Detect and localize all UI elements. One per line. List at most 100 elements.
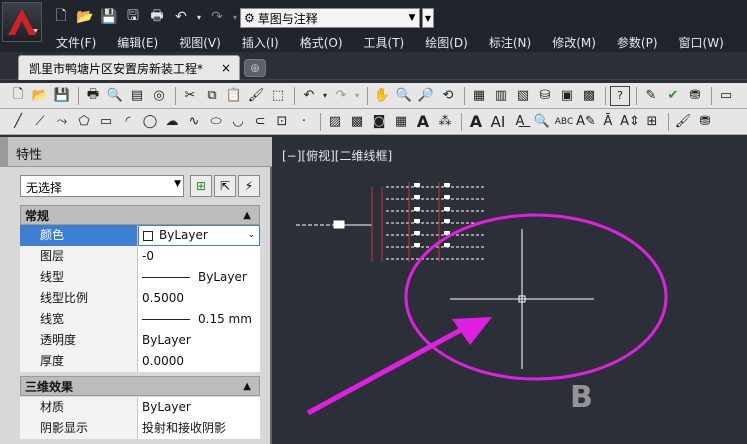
help-icon[interactable]: ? [610, 85, 630, 106]
spline-icon[interactable]: ∿ [184, 112, 204, 132]
redo-icon[interactable]: ↷ [206, 6, 228, 28]
scale-text-icon[interactable]: Ā [598, 112, 618, 132]
save-icon[interactable]: 💾 [52, 86, 72, 106]
layer-icon[interactable]: ⛃ [685, 86, 705, 106]
paste-icon[interactable]: 📋 [224, 86, 244, 106]
save-as-icon[interactable]: 🖫 [122, 6, 144, 28]
zoom-window-icon[interactable]: 🔎 [416, 86, 436, 106]
line-icon[interactable]: ╱ [8, 112, 28, 132]
layer-match-icon[interactable]: ⛃ [695, 112, 715, 132]
redo-dropdown-icon[interactable]: ▾ [353, 86, 361, 106]
polygon-icon[interactable]: ⬠ [74, 112, 94, 132]
point-icon[interactable]: · [294, 112, 314, 132]
prop-value[interactable]: ByLayer ⌄ [138, 225, 260, 246]
block-editor-icon[interactable]: ⬚ [268, 86, 288, 106]
drawing-canvas[interactable]: [−][俯视][二维线框] B [274, 137, 747, 444]
ellipse-arc-icon[interactable]: ◡ [228, 112, 248, 132]
menu-item[interactable]: 窗口(W) [679, 34, 736, 51]
section-3d-effects[interactable]: 三维效果 ▲ [20, 376, 260, 396]
undo-dropdown-icon[interactable]: ▾ [321, 86, 329, 106]
table-icon[interactable]: ▦ [391, 112, 411, 132]
tool-palettes-icon[interactable]: ▧ [513, 86, 533, 106]
prop-value[interactable]: 0.15 mm [138, 309, 260, 330]
prop-row-layer[interactable]: 图层 -0 [20, 246, 260, 267]
revcloud-icon[interactable]: ☁ [162, 112, 182, 132]
select-objects-button[interactable]: ⇱ [214, 175, 236, 197]
polyline-icon[interactable]: ⤳ [52, 112, 72, 132]
find-text-icon[interactable]: 🔍 [532, 112, 552, 132]
prop-value[interactable]: ByLayer [138, 267, 260, 288]
prop-value[interactable]: 投射和接收阴影 [138, 418, 260, 439]
palette-title-bar[interactable]: 特性 [0, 137, 272, 167]
menu-item[interactable]: 视图(V) [179, 34, 233, 51]
palette-grip[interactable] [0, 137, 8, 167]
publish-icon[interactable]: ▤ [127, 86, 147, 106]
document-tab[interactable]: 凯里市鸭塘片区安置房新装工程* × [18, 55, 240, 80]
prop-value[interactable]: 0.0000 [138, 351, 260, 372]
prop-row-material[interactable]: 材质 ByLayer [20, 397, 260, 418]
copy-icon[interactable]: ⧉ [202, 86, 222, 106]
plot-preview-icon[interactable]: 🔍 [105, 86, 125, 106]
cut-icon[interactable]: ✂ [180, 86, 200, 106]
zoom-previous-icon[interactable]: ⟲ [438, 86, 458, 106]
prop-value[interactable]: ByLayer [138, 397, 260, 418]
properties-icon[interactable]: ▦ [469, 86, 489, 106]
arc-icon[interactable]: ◜ [118, 112, 138, 132]
new-icon[interactable]: 🗋 [8, 86, 28, 106]
pan-icon[interactable]: ✋ [372, 86, 392, 106]
prop-value[interactable]: 0.5000 [138, 288, 260, 309]
make-block-icon[interactable]: ⊡ [272, 112, 292, 132]
plot-icon[interactable]: 🖶 [83, 86, 103, 106]
zoom-realtime-icon[interactable]: 🔍 [394, 86, 414, 106]
prop-row-transparency[interactable]: 透明度 ByLayer [20, 330, 260, 351]
3d-dwf-icon[interactable]: ◎ [149, 86, 169, 106]
menu-item[interactable]: 格式(O) [300, 34, 355, 51]
menu-item[interactable]: 插入(I) [242, 34, 291, 51]
edit-text-icon[interactable]: A͟ [510, 112, 530, 132]
workspace-select[interactable]: ⚙ 草图与注释 ▼ [240, 8, 420, 28]
prop-row-thickness[interactable]: 厚度 0.0000 [20, 351, 260, 372]
menu-item[interactable]: 编辑(E) [117, 34, 170, 51]
prop-row-lineweight[interactable]: 线宽 0.15 mm [20, 309, 260, 330]
design-center-icon[interactable]: ▥ [491, 86, 511, 106]
redo-icon[interactable]: ↷ [331, 86, 351, 106]
sheet-set-icon[interactable]: ⛁ [535, 86, 555, 106]
prop-row-color[interactable]: 颜色 ByLayer ⌄ [20, 225, 260, 246]
customize-qat-button[interactable]: ▼ [422, 8, 434, 28]
match-properties-icon[interactable]: 🖌 [246, 86, 266, 106]
prop-row-shadow[interactable]: 阴影显示 投射和接收阴影 [20, 418, 260, 439]
circle-icon[interactable]: ◯ [140, 112, 160, 132]
section-general[interactable]: 常规 ▲ [20, 205, 260, 225]
new-tab-button[interactable]: ⊕ [244, 59, 266, 77]
multiline-text-icon[interactable]: A [413, 112, 433, 132]
open-file-icon[interactable]: 📂 [74, 6, 96, 28]
extra-icon[interactable]: ▭ [716, 86, 736, 106]
prop-value[interactable]: -0 [138, 246, 260, 267]
prop-row-linetype[interactable]: 线型 ByLayer [20, 267, 260, 288]
convert-space-icon[interactable]: ⊞ [642, 112, 662, 132]
region-icon[interactable]: ◙ [369, 112, 389, 132]
add-selected-icon[interactable]: ⁂ [435, 112, 455, 132]
hatch-icon[interactable]: ▨ [325, 112, 345, 132]
construction-line-icon[interactable]: ⟋ [30, 112, 50, 132]
prop-value[interactable]: ByLayer [138, 330, 260, 351]
text-style-icon[interactable]: A✎ [576, 112, 596, 132]
toggle-pickadd-button[interactable]: ⊞ [190, 175, 212, 197]
undo-dropdown-icon[interactable]: ▾ [194, 6, 204, 28]
close-icon[interactable]: × [221, 61, 231, 75]
menu-item[interactable]: 标注(N) [489, 34, 543, 51]
ellipse-icon[interactable]: ⬭ [206, 112, 226, 132]
markup-icon[interactable]: ▣ [557, 86, 577, 106]
markup-set-icon[interactable]: ✎ [641, 86, 661, 106]
selection-dropdown[interactable]: 无选择 ▼ [20, 175, 184, 197]
justify-text-icon[interactable]: A⇕ [620, 112, 640, 132]
menu-item[interactable]: 文件(F) [56, 34, 108, 51]
application-menu-button[interactable] [2, 2, 42, 42]
quick-select-button[interactable]: ⚡ [238, 175, 260, 197]
rectangle-icon[interactable]: ▭ [96, 112, 116, 132]
insert-block-icon[interactable]: ⊂ [250, 112, 270, 132]
spell-check-icon[interactable]: ABC [554, 112, 574, 132]
open-icon[interactable]: 📂 [30, 86, 50, 106]
text-icon[interactable]: A [466, 112, 486, 132]
menu-item[interactable]: 工具(T) [364, 34, 417, 51]
